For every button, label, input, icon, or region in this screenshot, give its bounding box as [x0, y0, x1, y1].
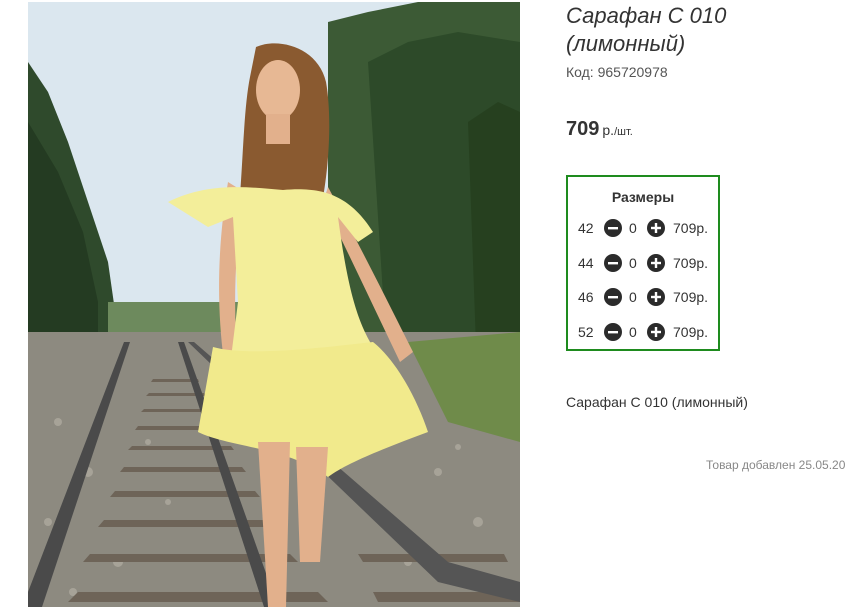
size-row-42: 42 0 709р. — [568, 219, 718, 239]
minus-circle-icon[interactable] — [604, 254, 622, 272]
plus-circle-icon[interactable] — [647, 219, 665, 237]
product-code-value: 965720978 — [597, 64, 668, 80]
plus-circle-icon[interactable] — [647, 288, 665, 306]
product-added-date: Товар добавлен 25.05.20 — [706, 458, 846, 472]
size-row-44: 44 0 709р. — [568, 254, 718, 274]
size-price: 709р. — [673, 289, 709, 305]
product-price: 709 р./шт. — [566, 118, 633, 141]
minus-circle-icon[interactable] — [604, 288, 622, 306]
product-title-line2: (лимонный) — [566, 31, 686, 56]
quantity-value: 0 — [629, 324, 637, 340]
size-label: 46 — [578, 289, 594, 305]
product-title-line1: Сарафан С 010 — [566, 3, 727, 28]
quantity-value: 0 — [629, 220, 637, 236]
size-price: 709р. — [673, 220, 709, 236]
size-price: 709р. — [673, 324, 709, 340]
price-currency: р. — [602, 122, 615, 138]
product-title: Сарафан С 010 (лимонный) — [566, 2, 836, 58]
product-description: Сарафан С 010 (лимонный) — [566, 394, 748, 410]
size-row-46: 46 0 709р. — [568, 288, 718, 308]
plus-circle-icon[interactable] — [647, 323, 665, 341]
plus-circle-icon[interactable] — [647, 254, 665, 272]
minus-circle-icon[interactable] — [604, 323, 622, 341]
product-code-label: Код: — [566, 64, 594, 80]
minus-circle-icon[interactable] — [604, 219, 622, 237]
size-label: 52 — [578, 324, 594, 340]
size-label: 44 — [578, 255, 594, 271]
product-photo[interactable] — [28, 2, 520, 607]
quantity-value: 0 — [629, 255, 637, 271]
size-label: 42 — [578, 220, 594, 236]
size-price: 709р. — [673, 255, 709, 271]
price-value: 709 — [566, 118, 600, 140]
size-row-52: 52 0 709р. — [568, 323, 718, 343]
sizes-panel: Размеры 42 0 709р. 44 0 709р. 46 0 709р.… — [566, 175, 720, 351]
product-code: Код: 965720978 — [566, 64, 668, 80]
sizes-title: Размеры — [611, 189, 675, 205]
quantity-value: 0 — [629, 289, 637, 305]
product-photo-illustration — [28, 2, 520, 607]
product-page: Сарафан С 010 (лимонный) Код: 965720978 … — [0, 0, 846, 607]
price-unit: /шт. — [614, 126, 633, 138]
